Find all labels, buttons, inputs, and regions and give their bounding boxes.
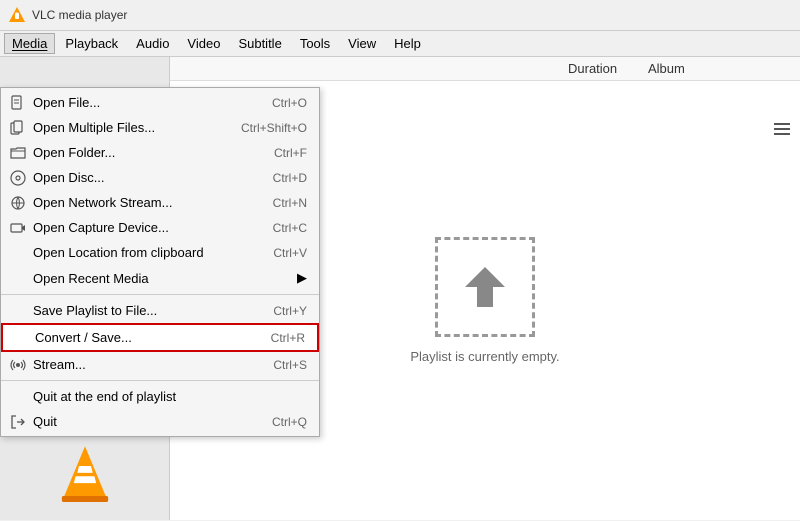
menu-media[interactable]: Media	[4, 33, 55, 54]
menu-item-stream[interactable]: Stream... Ctrl+S	[1, 352, 319, 377]
open-disc-label: Open Disc...	[33, 170, 245, 185]
open-file-label: Open File...	[33, 95, 244, 110]
title-bar: VLC media player	[0, 0, 800, 31]
playlist-icon	[774, 121, 790, 137]
menu-audio[interactable]: Audio	[128, 33, 177, 54]
quit-icon	[9, 413, 27, 431]
open-location-shortcut: Ctrl+V	[273, 246, 307, 260]
open-network-icon	[9, 194, 27, 212]
playlist-header: Duration Album	[170, 57, 800, 81]
open-capture-shortcut: Ctrl+C	[273, 221, 307, 235]
separator-2	[1, 380, 319, 381]
convert-save-icon	[11, 329, 29, 347]
menu-item-open-capture[interactable]: Open Capture Device... Ctrl+C	[1, 215, 319, 240]
open-multiple-icon	[9, 119, 27, 137]
drop-target	[435, 237, 535, 337]
open-file-shortcut: Ctrl+O	[272, 96, 307, 110]
cone-area	[8, 432, 161, 512]
open-folder-shortcut: Ctrl+F	[274, 146, 307, 160]
save-playlist-icon	[9, 302, 27, 320]
save-playlist-shortcut: Ctrl+Y	[273, 304, 307, 318]
col-title	[178, 61, 568, 76]
open-network-shortcut: Ctrl+N	[273, 196, 307, 210]
menu-item-open-multiple[interactable]: Open Multiple Files... Ctrl+Shift+O	[1, 115, 319, 140]
open-folder-icon	[9, 144, 27, 162]
menu-item-save-playlist[interactable]: Save Playlist to File... Ctrl+Y	[1, 298, 319, 323]
open-disc-icon	[9, 169, 27, 187]
vlc-cone-image	[55, 442, 115, 502]
menu-bar: Media Playback Audio Video Subtitle Tool…	[0, 31, 800, 57]
quit-label: Quit	[33, 414, 244, 429]
menu-item-open-folder[interactable]: Open Folder... Ctrl+F	[1, 140, 319, 165]
stream-label: Stream...	[33, 357, 245, 372]
menu-item-quit[interactable]: Quit Ctrl+Q	[1, 409, 319, 434]
open-multiple-label: Open Multiple Files...	[33, 120, 213, 135]
separator-1	[1, 294, 319, 295]
open-multiple-shortcut: Ctrl+Shift+O	[241, 121, 307, 135]
quit-end-label: Quit at the end of playlist	[33, 389, 279, 404]
convert-save-shortcut: Ctrl+R	[271, 331, 305, 345]
playlist-view-button[interactable]	[770, 119, 794, 144]
vlc-app-icon	[8, 6, 26, 24]
menu-item-open-disc[interactable]: Open Disc... Ctrl+D	[1, 165, 319, 190]
stream-icon	[9, 356, 27, 374]
open-location-icon	[9, 244, 27, 262]
quit-shortcut: Ctrl+Q	[272, 415, 307, 429]
menu-help[interactable]: Help	[386, 33, 429, 54]
media-menu: Open File... Ctrl+O Open Multiple Files.…	[0, 87, 320, 437]
open-folder-label: Open Folder...	[33, 145, 246, 160]
open-disc-shortcut: Ctrl+D	[273, 171, 307, 185]
menu-item-open-network[interactable]: Open Network Stream... Ctrl+N	[1, 190, 319, 215]
app-title: VLC media player	[32, 8, 127, 22]
menu-view[interactable]: View	[340, 33, 384, 54]
open-network-label: Open Network Stream...	[33, 195, 245, 210]
menu-tools[interactable]: Tools	[292, 33, 338, 54]
quit-end-icon	[9, 388, 27, 406]
open-capture-label: Open Capture Device...	[33, 220, 245, 235]
main-content: Duration Album Playlist is currently emp…	[0, 57, 800, 520]
open-recent-icon	[9, 269, 27, 287]
menu-item-open-file[interactable]: Open File... Ctrl+O	[1, 90, 319, 115]
save-playlist-label: Save Playlist to File...	[33, 303, 245, 318]
menu-subtitle[interactable]: Subtitle	[230, 33, 289, 54]
download-arrow-icon	[455, 257, 515, 317]
stream-shortcut: Ctrl+S	[273, 358, 307, 372]
open-recent-arrow: ▶	[297, 270, 307, 286]
menu-item-convert-save[interactable]: Convert / Save... Ctrl+R	[1, 323, 319, 352]
open-file-icon	[9, 94, 27, 112]
menu-video[interactable]: Video	[179, 33, 228, 54]
open-location-label: Open Location from clipboard	[33, 245, 245, 260]
media-dropdown: Open File... Ctrl+O Open Multiple Files.…	[0, 87, 320, 437]
open-recent-label: Open Recent Media	[33, 271, 253, 286]
col-album: Album	[648, 61, 768, 76]
open-capture-icon	[9, 219, 27, 237]
menu-playback[interactable]: Playback	[57, 33, 126, 54]
menu-item-open-recent[interactable]: Open Recent Media ▶	[1, 265, 319, 291]
menu-item-open-location[interactable]: Open Location from clipboard Ctrl+V	[1, 240, 319, 265]
menu-item-quit-end[interactable]: Quit at the end of playlist	[1, 384, 319, 409]
col-duration: Duration	[568, 61, 648, 76]
empty-playlist-text: Playlist is currently empty.	[410, 349, 559, 364]
convert-save-label: Convert / Save...	[35, 330, 243, 345]
